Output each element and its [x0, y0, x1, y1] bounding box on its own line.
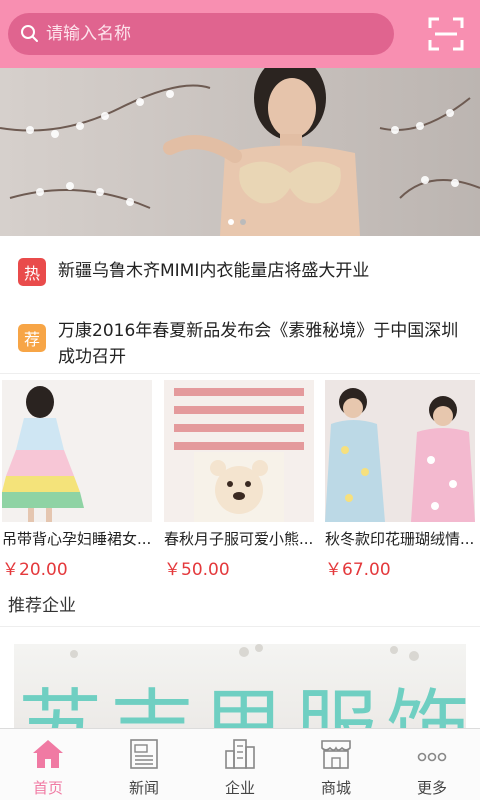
tab-label: 更多	[416, 779, 447, 797]
tab-shop[interactable]: 商城	[288, 729, 384, 800]
shop-icon	[321, 740, 351, 769]
search-input[interactable]	[46, 24, 366, 44]
pagination-dot[interactable]	[240, 219, 246, 225]
recommend-badge: 荐	[18, 324, 46, 352]
tab-label: 企业	[224, 779, 255, 797]
company-banner-text: 苏吉思服饰	[18, 680, 466, 730]
tab-more[interactable]: 更多	[384, 729, 480, 800]
product-list: 吊带背心孕妇睡裙女... ￥20.00 春秋月子服可爱小熊... ￥50.00 …	[0, 373, 480, 583]
tab-label: 首页	[32, 779, 63, 797]
hot-badge: 热	[18, 258, 46, 286]
product-price: ￥20.00	[2, 560, 68, 580]
news-item[interactable]: 荐 万康2016年春夏新品发布会《素雅秘境》于中国深圳成功召开	[18, 316, 468, 370]
banner-image	[0, 68, 480, 236]
product-price: ￥50.00	[164, 560, 230, 580]
tab-company[interactable]: 企业	[192, 729, 288, 800]
scan-icon[interactable]	[428, 17, 464, 51]
news-item[interactable]: 热 新疆乌鲁木齐MIMI内衣能量店将盛大开业	[18, 258, 468, 286]
top-header	[0, 0, 480, 68]
news-title: 新疆乌鲁木齐MIMI内衣能量店将盛大开业	[58, 261, 370, 281]
product-image	[164, 380, 314, 522]
section-title: 推荐企业	[8, 596, 76, 616]
tab-home[interactable]: 首页	[0, 729, 96, 800]
product-card[interactable]: 吊带背心孕妇睡裙女... ￥20.00	[2, 380, 154, 580]
pagination-dot[interactable]	[228, 219, 234, 225]
building-icon	[225, 739, 255, 769]
banner-pagination	[228, 219, 246, 225]
promo-banner[interactable]	[0, 68, 480, 236]
product-image	[325, 380, 475, 522]
company-banner[interactable]: 苏吉思服饰	[14, 644, 466, 730]
bottom-tab-bar: 首页 新闻 企业 商城 更多	[0, 728, 480, 800]
tab-label: 商城	[320, 779, 351, 797]
more-icon	[417, 752, 447, 762]
search-bar[interactable]	[8, 13, 394, 55]
home-icon	[33, 740, 63, 768]
product-name: 秋冬款印花珊瑚绒情...	[325, 530, 475, 548]
product-name: 吊带背心孕妇睡裙女...	[2, 530, 152, 548]
product-card[interactable]: 春秋月子服可爱小熊... ￥50.00	[164, 380, 316, 580]
news-title: 万康2016年春夏新品发布会《素雅秘境》于中国深圳成功召开	[58, 321, 459, 367]
tab-news[interactable]: 新闻	[96, 729, 192, 800]
product-name: 春秋月子服可爱小熊...	[164, 530, 314, 548]
product-price: ￥67.00	[325, 560, 391, 580]
news-list: 热 新疆乌鲁木齐MIMI内衣能量店将盛大开业 荐 万康2016年春夏新品发布会《…	[0, 236, 480, 373]
divider	[0, 626, 480, 627]
tab-label: 新闻	[128, 779, 159, 797]
product-card[interactable]: 秋冬款印花珊瑚绒情... ￥67.00	[325, 380, 477, 580]
search-icon	[20, 24, 40, 44]
app-screen: 热 新疆乌鲁木齐MIMI内衣能量店将盛大开业 荐 万康2016年春夏新品发布会《…	[0, 0, 480, 800]
product-image	[2, 380, 152, 522]
news-icon	[130, 739, 158, 769]
